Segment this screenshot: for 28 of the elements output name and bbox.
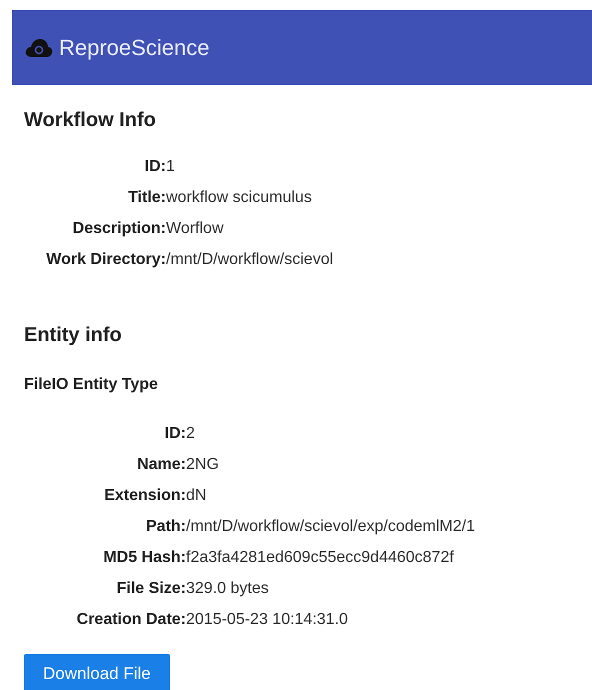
field-label: Extension: [103,486,186,506]
section-heading: Entity info [24,323,123,348]
field-value: 2 [186,424,195,444]
field-value: 329.0 bytes [186,578,269,598]
field-value: 2NG [186,454,219,474]
field-label: Path: [145,516,186,536]
app-title: ReproeScience [59,34,210,62]
field-label: Creation Date: [76,610,186,630]
field-label: Name: [136,454,186,474]
field-label: File Size: [116,578,186,598]
field-label: Description: [72,218,166,238]
field-value: 1 [166,156,175,176]
section-heading: Workflow Info [24,108,157,133]
field-value: workflow scicumulus [166,188,312,208]
entity-type-heading: FileIO Entity Type [24,375,159,395]
field-value: 2015-05-23 10:14:31.0 [186,610,348,630]
cloud-icon [25,38,53,58]
field-label: ID: [144,156,166,176]
field-value: dN [186,486,206,506]
download-button[interactable]: Download File [24,654,170,690]
field-value: f2a3fa4281ed609c55ecc9d4460c872f [186,548,454,568]
field-value: Worflow [166,218,224,238]
field-label: Title: [127,188,166,208]
field-value: /mnt/D/workflow/scievol/exp/codemlM2/1 [186,516,475,536]
field-label: Work Directory: [45,250,166,270]
field-label: MD5 Hash: [102,548,186,568]
field-label: ID: [164,424,186,444]
field-value: /mnt/D/workflow/scievol [166,250,334,270]
